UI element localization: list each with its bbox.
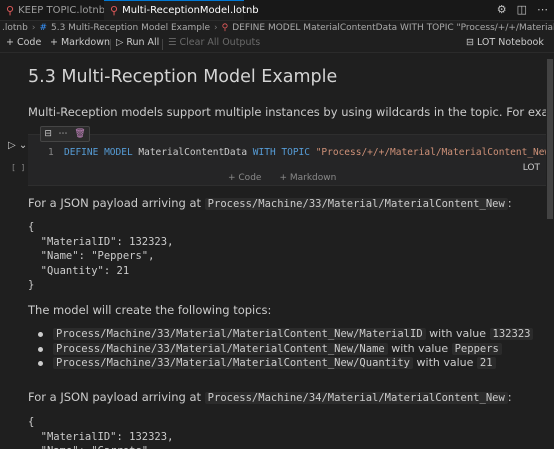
vertical-scrollbar[interactable]	[546, 53, 554, 449]
breadcrumb-cell[interactable]: DEFINE MODEL MaterialContentData WITH TO…	[232, 23, 554, 33]
scrollbar-thumb[interactable]	[547, 59, 553, 219]
kernel-picker[interactable]: ⊟ LOT Notebook	[466, 37, 544, 48]
delete-icon[interactable]: 🗑	[74, 129, 85, 139]
bullet	[38, 331, 43, 337]
add-code-button[interactable]: + Code	[6, 37, 41, 48]
breadcrumb-file[interactable]: .lotnb	[2, 23, 28, 33]
keyword: DEFINE	[64, 147, 99, 158]
payload-paragraph-1: For a JSON payload arriving at Process/M…	[28, 196, 512, 210]
clear-outputs-button[interactable]: ☰ Clear All Outputs	[168, 37, 260, 48]
keyword: MODEL	[104, 147, 133, 158]
kernel-icon: ⊟	[466, 37, 474, 48]
breadcrumb-code-icon: ⚲	[221, 23, 229, 33]
topics-paragraph: The model will create the following topi…	[28, 303, 272, 317]
identifier: MaterialContentData	[132, 147, 253, 158]
notebook-content: 5.3 Multi-Reception Model Example Multi-…	[0, 53, 546, 449]
more-actions-icon[interactable]: ⋯	[537, 3, 548, 16]
breadcrumb-heading-icon: #	[39, 23, 47, 33]
cell-language[interactable]: LOT	[523, 163, 540, 173]
list-item: Process/Machine/33/Material/MaterialCont…	[38, 342, 502, 355]
json-block-1: { "MaterialID": 132323, "Name": "Peppers…	[28, 221, 174, 291]
tab-label: Multi-ReceptionModel.lotnb	[122, 5, 259, 16]
divider	[162, 39, 163, 50]
add-code-cell-button[interactable]: + Code	[228, 173, 261, 183]
list-item: Process/Machine/33/Material/MaterialCont…	[38, 356, 496, 369]
notebook-toolbar: + Code + Markdown ▷ Run All ☰ Clear All Outp…	[0, 36, 554, 53]
payload-paragraph-2: For a JSON payload arriving at Process/M…	[28, 390, 512, 404]
run-cell-button[interactable]: ▷ ⌄	[8, 140, 27, 151]
intro-paragraph: Multi-Reception models support multiple …	[28, 105, 546, 119]
chevron-right-icon: ›	[31, 23, 36, 33]
settings-gear-icon[interactable]: ⚙	[497, 3, 507, 16]
json-block-2: { "MaterialID": 132323, "Name": "Carrots…	[28, 416, 174, 449]
inline-code-topic: Process/Machine/33/Material/MaterialCont…	[204, 198, 508, 210]
string-literal: "Process/+/+/Material/MaterialContent_Ne…	[309, 147, 546, 158]
divider	[110, 39, 111, 50]
tab-label: KEEP TOPIC.lotnb	[18, 4, 106, 16]
list-item: Process/Machine/33/Material/MaterialCont…	[38, 327, 534, 340]
chevron-right-icon: ›	[214, 23, 218, 33]
breadcrumb-heading[interactable]: 5.3 Multi-Reception Model Example	[51, 23, 210, 33]
add-markdown-cell-button[interactable]: + Markdown	[279, 173, 336, 183]
bullet	[38, 360, 43, 366]
notebook-icon: ⚲	[110, 4, 119, 17]
tab-bar: ⚲ KEEP TOPIC.lotnb ⚲ Multi-ReceptionMode…	[0, 0, 554, 21]
split-editor-icon[interactable]: ◫	[517, 3, 527, 16]
notebook-icon: ⚲	[6, 3, 15, 17]
editor-actions: ⚙ ◫ ⋯	[497, 3, 548, 16]
plus-icon: +	[6, 37, 14, 48]
inline-code-topic: Process/Machine/34/Material/MaterialCont…	[204, 392, 508, 404]
more-icon[interactable]: ⋯	[59, 129, 68, 139]
breadcrumb: .lotnb › # 5.3 Multi-Reception Model Exa…	[0, 20, 554, 36]
split-cell-icon[interactable]: ⊟	[44, 129, 52, 139]
tab-multi-reception[interactable]: ⚲ Multi-ReceptionModel.lotnb	[104, 0, 259, 20]
run-all-button[interactable]: ▷ Run All	[116, 37, 159, 48]
add-markdown-button[interactable]: + Markdown	[50, 37, 110, 48]
execution-count: [ ]	[11, 163, 26, 172]
bullet	[38, 346, 43, 352]
run-all-icon: ▷	[116, 37, 124, 48]
page-title: 5.3 Multi-Reception Model Example	[28, 67, 338, 87]
tab-keep-topic[interactable]: ⚲ KEEP TOPIC.lotnb	[0, 0, 106, 20]
clear-all-icon: ☰	[168, 37, 177, 48]
cell-toolbar: ⊟ ⋯ 🗑	[40, 126, 90, 142]
plus-icon: +	[50, 37, 58, 48]
add-cell-row: + Code + Markdown	[228, 173, 336, 183]
code-line[interactable]: DEFINE MODEL MaterialContentData WITH TO…	[64, 147, 546, 158]
line-number: 1	[48, 147, 54, 158]
keyword: WITH TOPIC	[252, 147, 310, 158]
